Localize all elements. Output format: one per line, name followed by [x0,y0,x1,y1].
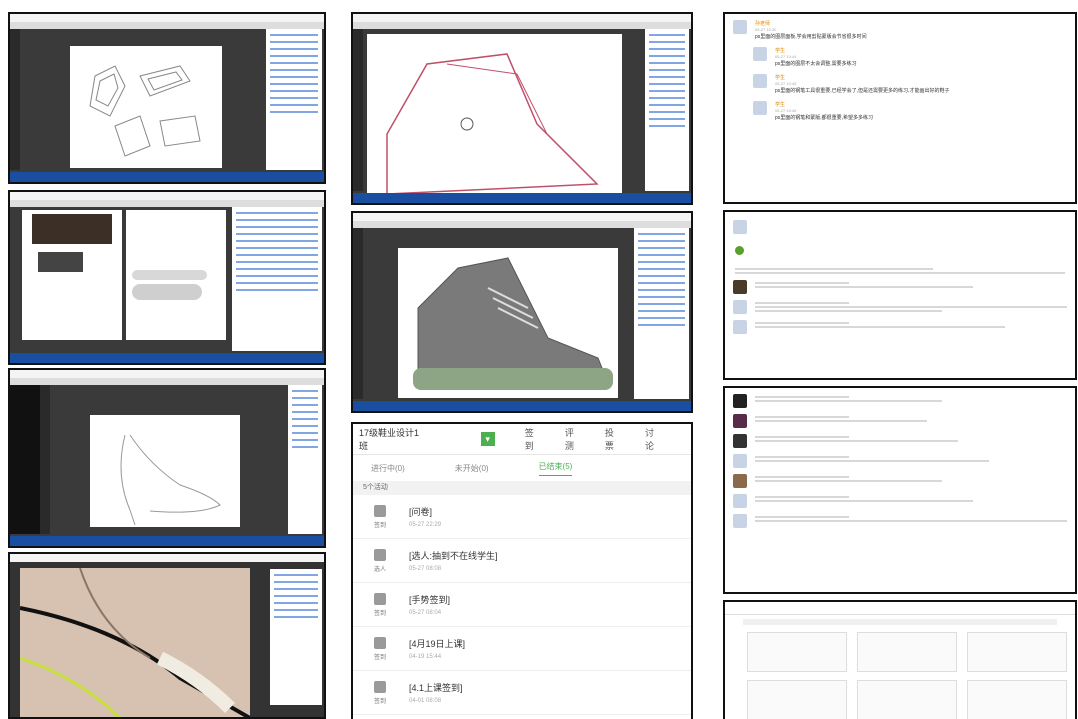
hand-icon [374,592,386,605]
ps-canvas [70,46,222,168]
comments-panel-1: 孙老师 05-27 10:30 ps里面的图层面板,学会用剪贴蒙版会节省很多时间… [723,12,1077,204]
list-item[interactable]: 签到 [4.1上课签到] 04-01 08:08 [353,671,691,715]
hand-icon [374,680,386,693]
ps-screenshot-5 [351,12,693,205]
person-icon [374,548,386,561]
comment-item [733,454,1067,468]
shoe-pattern-drawing [89,65,201,157]
class-header: 17级鞋业设计1班 ▾ 签到 评测 投票 讨论 [353,424,691,455]
avatar [733,454,747,468]
tab-in-progress[interactable]: 进行中(0) [371,463,405,474]
avatar [733,20,747,34]
avatar [733,474,747,488]
list-item[interactable]: 签到 [手势签到] 05-27 08:04 [353,583,691,627]
ps-screenshot-2 [8,190,326,365]
action-vote[interactable]: 投票 [605,426,621,452]
avatar [733,414,747,428]
comment-item: 学生 05-27 10:45 ps里面的钢笔工具很重要,已经学会了,但是还需要更… [753,74,1067,95]
comment-item [733,320,1067,334]
avatar [753,101,767,115]
ps-screenshot-3 [8,368,326,548]
comment-item [733,434,1067,448]
class-title: 17级鞋业设计1班 [359,428,420,451]
avatar [733,434,747,448]
course-card[interactable] [747,632,847,672]
comment-item: 孙老师 05-27 10:30 ps里面的图层面板,学会用剪贴蒙版会节省很多时间 [733,20,1067,41]
activity-tabs: 进行中(0) 未开始(0) 已结束(5) [353,455,691,481]
comment-item: 学生 05-27 10:46 ps里面的钢笔和蒙版,都很重要,希望多多练习 [753,101,1067,122]
course-card[interactable] [857,632,957,672]
sneaker-filled-drawing [413,257,613,390]
avatar [733,494,747,508]
high-heel-drawing [120,434,221,526]
action-signin[interactable]: 签到 [525,426,541,452]
comment-item [733,394,1067,408]
status-icon [735,246,744,255]
ps-screenshot-1 [8,12,326,184]
list-item[interactable]: 选人 [选人:抽到不在线学生] 05-27 08:08 [353,539,691,583]
avatar [733,300,747,314]
comment-item [733,414,1067,428]
comment-item [733,300,1067,314]
action-quiz[interactable]: 评测 [565,426,581,452]
comments-panel-3 [723,386,1077,594]
avatar [733,514,747,528]
course-card[interactable] [857,680,957,719]
class-activity-list: 17级鞋业设计1班 ▾ 签到 评测 投票 讨论 进行中(0) 未开始(0) 已结… [351,422,693,719]
avatar [753,74,767,88]
comment-item [733,474,1067,488]
ps-screenshot-4 [8,552,326,719]
comment-item [733,280,1067,294]
list-item[interactable]: 签到 [4月19日上课] 04-19 15:44 [353,627,691,671]
course-card[interactable] [967,632,1067,672]
list-item[interactable]: 签到 [问卷] 05-27 22:29 [353,495,691,539]
avatar [753,47,767,61]
course-card[interactable] [967,680,1067,719]
avatar [733,394,747,408]
action-discuss[interactable]: 讨论 [645,426,661,452]
comment-item [733,494,1067,508]
avatar [733,280,747,294]
section-label: 5个活动 [353,481,691,495]
signin-icon [374,504,386,517]
comments-panel-2 [723,210,1077,380]
tab-finished[interactable]: 已结束(5) [538,461,573,476]
tab-not-started[interactable]: 未开始(0) [455,463,489,474]
comment-item: 学生 05-27 10:44 ps里面的图层不太会调整,需要多练习 [753,47,1067,68]
course-card[interactable] [747,680,847,719]
avatar [733,220,747,234]
ps-screenshot-6 [351,211,693,413]
shoe-closeup-drawing [20,568,250,717]
dropdown-icon[interactable]: ▾ [480,432,495,446]
course-cards-panel [723,600,1077,719]
comment-item [733,514,1067,528]
hand-icon [374,636,386,649]
sneaker-outline-drawing [386,53,599,195]
avatar [733,320,747,334]
